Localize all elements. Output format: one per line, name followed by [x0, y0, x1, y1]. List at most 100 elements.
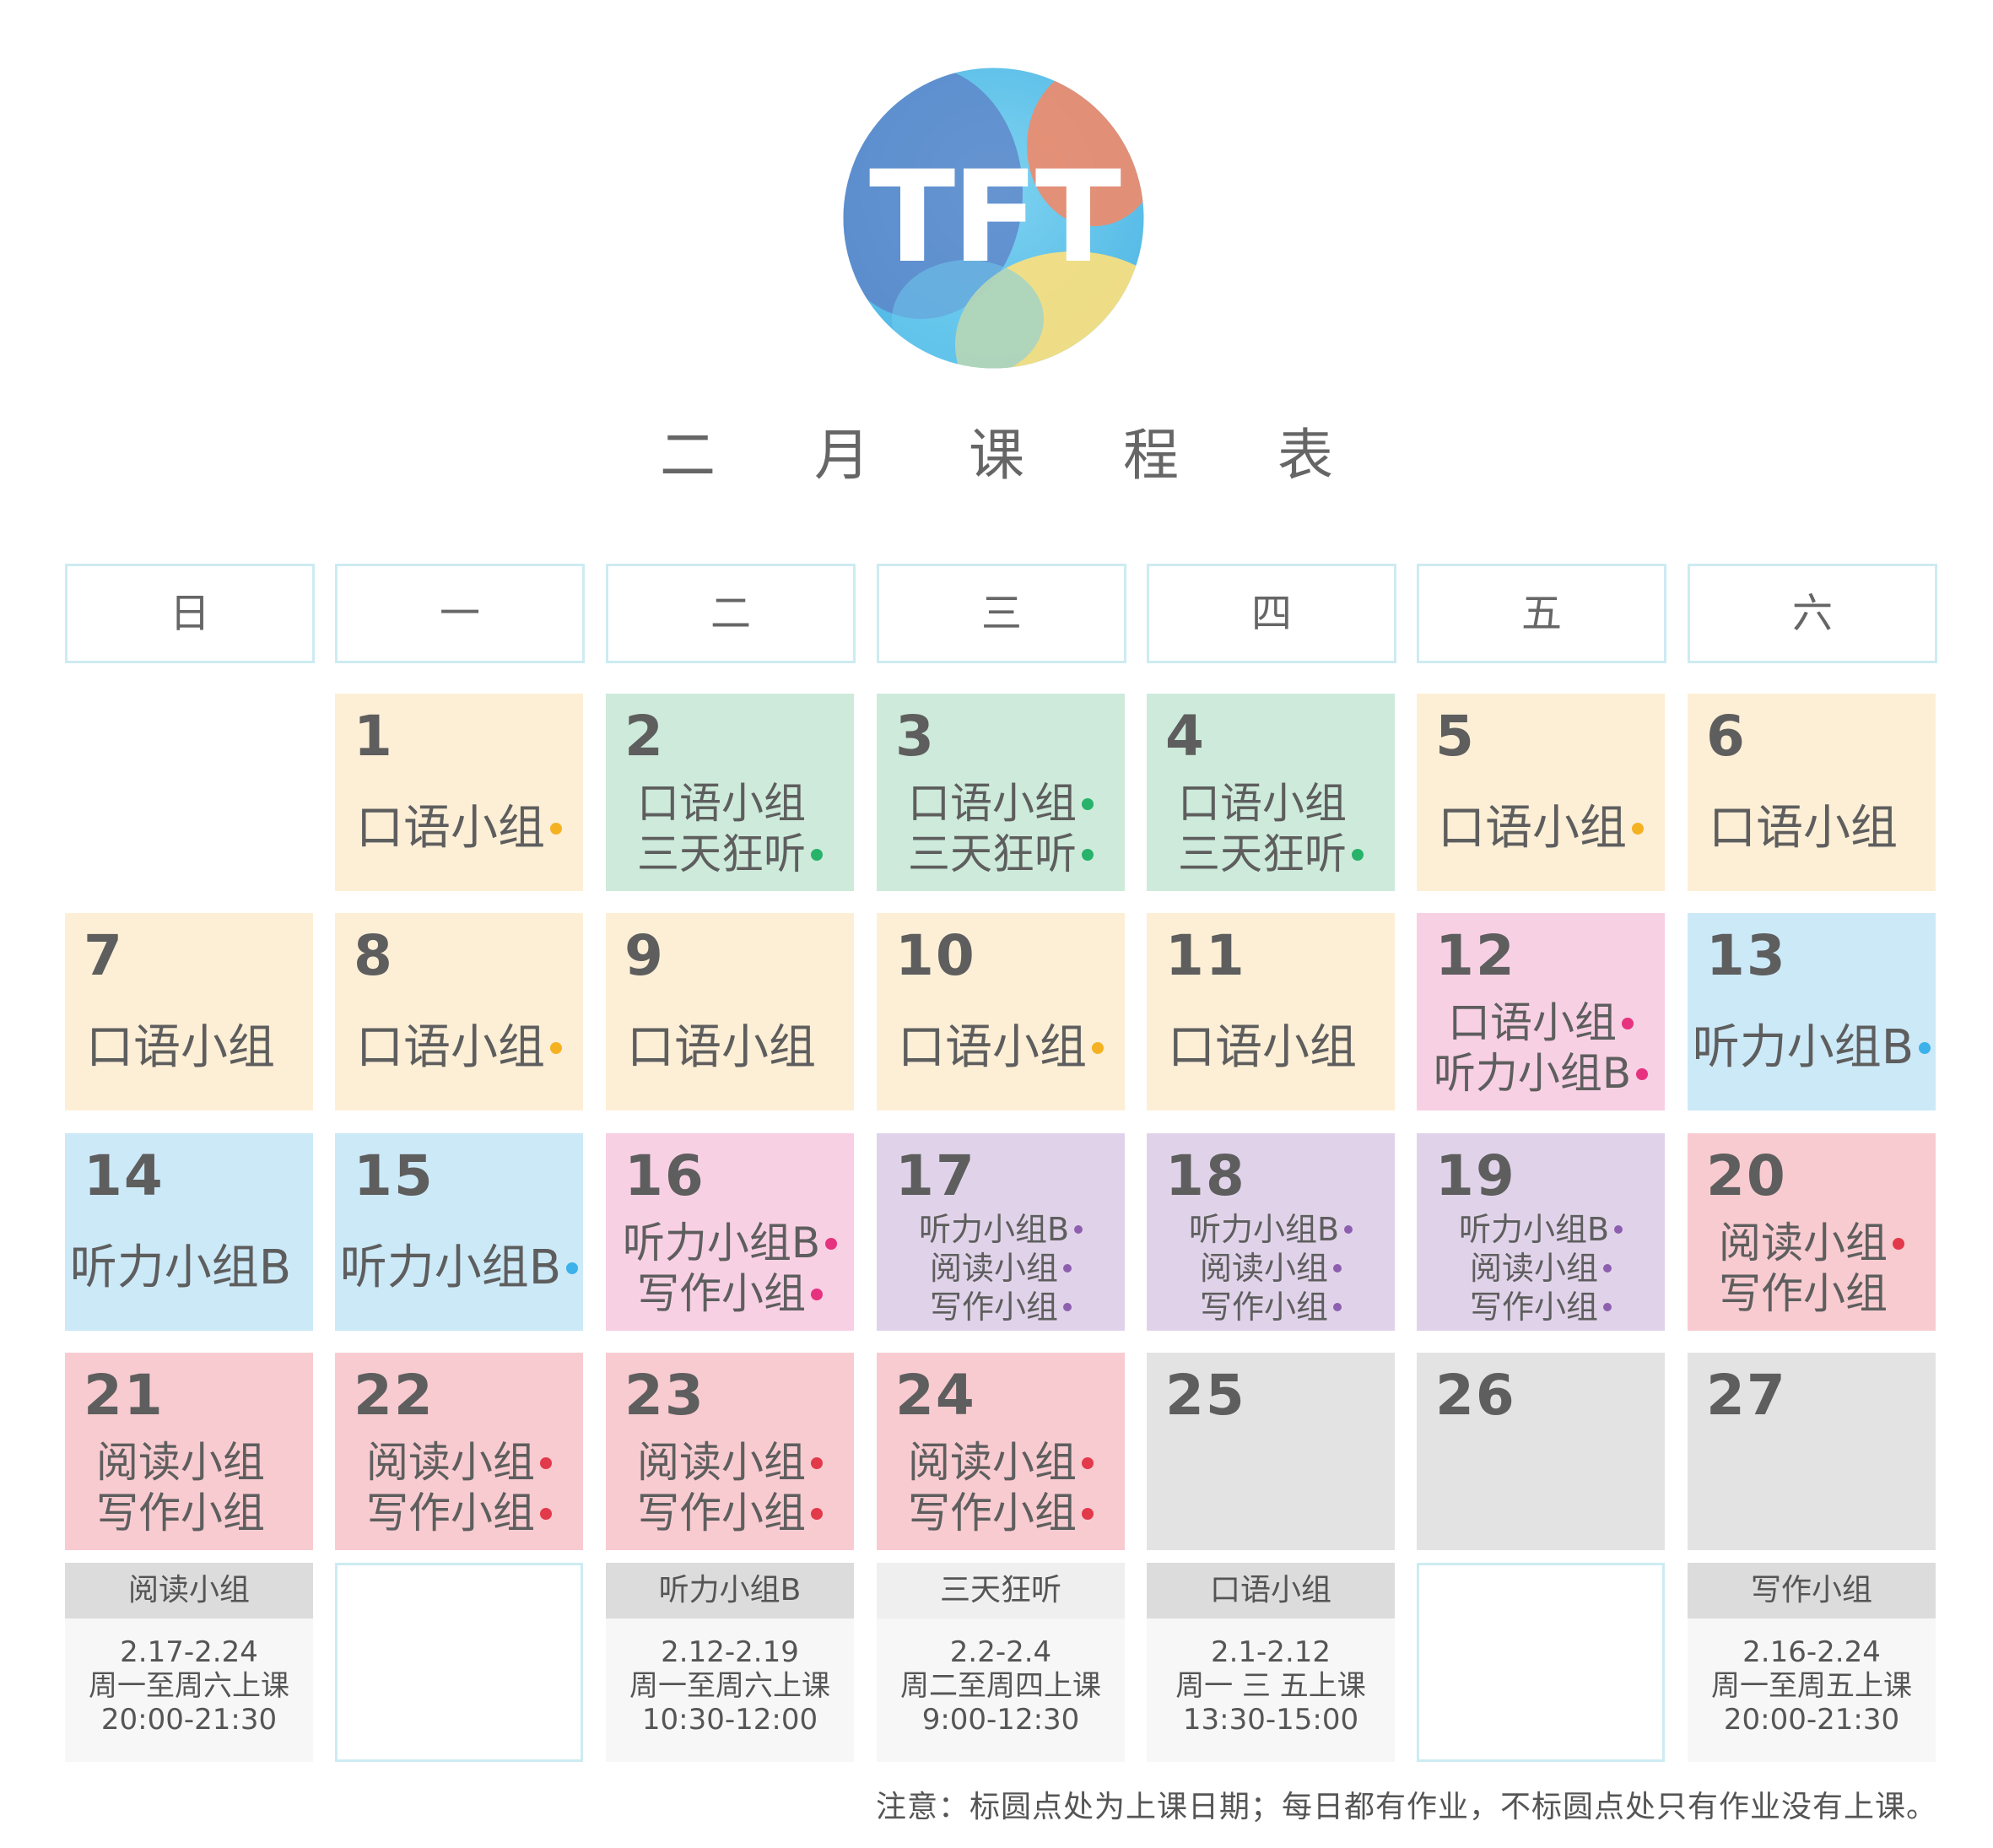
- course-name: 口语小组: [356, 1020, 545, 1075]
- course-label: 三天狂听: [877, 833, 1125, 875]
- day-cell-24[interactable]: 24 阅读小组 写作小组: [877, 1353, 1125, 1550]
- day-cell-19[interactable]: 19 听力小组B 阅读小组 写作小组: [1417, 1133, 1665, 1331]
- schedule-course-name: 听力小组B: [606, 1563, 854, 1618]
- dot-spacer: [1362, 1042, 1374, 1054]
- course-label: 阅读小组: [877, 1441, 1125, 1483]
- class-day-dot-icon: [1603, 1263, 1612, 1273]
- day-cell-17[interactable]: 17 听力小组B 阅读小组 写作小组: [877, 1133, 1125, 1331]
- course-label: 写作小组: [877, 1492, 1125, 1534]
- day-number: 24: [895, 1363, 976, 1428]
- course-name: 听力小组B: [339, 1240, 562, 1295]
- day-cell-21[interactable]: 21 阅读小组 写作小组: [65, 1353, 313, 1550]
- day-number: 14: [84, 1143, 165, 1208]
- class-day-dot-icon: [1636, 1067, 1649, 1080]
- day-number: 26: [1435, 1363, 1516, 1428]
- course-name: 听力小组B: [622, 1218, 821, 1267]
- day-cell-14[interactable]: 14 听力小组B: [65, 1133, 313, 1331]
- course-label: 听力小组B: [335, 1245, 583, 1292]
- day-cell-18[interactable]: 18 听力小组B 阅读小组 写作小组: [1147, 1133, 1395, 1331]
- day-cell-27[interactable]: 27: [1688, 1353, 1936, 1550]
- course-name: 口语小组: [908, 779, 1077, 828]
- schedule-days: 周二至周四上课: [900, 1669, 1101, 1703]
- dot-spacer: [811, 798, 823, 810]
- day-cell-8[interactable]: 8 口语小组: [335, 913, 583, 1110]
- schedule-dates: 2.16-2.24: [1742, 1635, 1881, 1669]
- schedule-days: 周一至周六上课: [89, 1669, 289, 1703]
- day-cell-4[interactable]: 4 口语小组 三天狂听: [1147, 694, 1395, 891]
- course-name: 阅读小组: [1719, 1218, 1888, 1267]
- day-cell-9[interactable]: 9 口语小组: [606, 913, 854, 1110]
- schedule-details: 2.2-2.4 周二至周四上课 9:00-12:30: [877, 1618, 1125, 1737]
- course-name: 口语小组: [356, 801, 545, 856]
- course-label: 阅读小组: [606, 1441, 854, 1483]
- schedule-details: 2.16-2.24 周一至周五上课 20:00-21:30: [1688, 1618, 1936, 1737]
- course-name: 写作小组: [1199, 1289, 1328, 1326]
- course-name: 阅读小组: [637, 1438, 806, 1487]
- day-number: 23: [624, 1363, 705, 1428]
- course-name: 阅读小组: [929, 1250, 1058, 1287]
- course-label: 口语小组: [1147, 782, 1395, 824]
- day-number: 2: [624, 704, 665, 769]
- course-name: 写作小组: [637, 1269, 806, 1318]
- dot-spacer: [270, 1457, 282, 1469]
- schedule-dates: 2.2-2.4: [949, 1635, 1052, 1669]
- class-day-dot-icon: [1344, 1224, 1353, 1234]
- course-label: 口语小组: [606, 1024, 854, 1072]
- day-cell-10[interactable]: 10 口语小组: [877, 913, 1125, 1110]
- day-cell-6[interactable]: 6 口语小组: [1688, 694, 1936, 891]
- day-cell-16[interactable]: 16 听力小组B 写作小组: [606, 1133, 854, 1331]
- course-label: 阅读小组: [1688, 1222, 1936, 1264]
- dot-spacer: [1352, 798, 1364, 810]
- course-label: 听力小组B: [606, 1222, 854, 1264]
- dot-spacer: [1893, 1289, 1904, 1300]
- day-number: 17: [895, 1143, 976, 1208]
- day-number: 1: [354, 704, 394, 769]
- day-cell-15[interactable]: 15 听力小组B: [335, 1133, 583, 1331]
- course-name: 三天狂听: [637, 829, 806, 878]
- course-label: 口语小组: [335, 805, 583, 852]
- schedule-time: 20:00-21:30: [100, 1703, 278, 1737]
- footer-note: 注意：标圆点处为上课日期；每日都有作业，不标圆点处只有作业没有上课。: [875, 1790, 1937, 1824]
- dot-spacer: [821, 1042, 833, 1054]
- day-cell-5[interactable]: 5 口语小组: [1417, 694, 1665, 891]
- class-day-dot-icon: [811, 848, 823, 861]
- schedule-time: 13:30-15:00: [1182, 1703, 1359, 1737]
- class-day-dot-icon: [1352, 848, 1364, 861]
- course-name: 写作小组: [908, 1489, 1077, 1537]
- schedule-course-name: 三天狂听: [877, 1563, 1125, 1618]
- class-day-dot-icon: [550, 822, 562, 835]
- day-cell-26[interactable]: 26: [1417, 1353, 1665, 1550]
- course-label: 写作小组: [1147, 1291, 1395, 1323]
- schedule-dates: 2.1-2.12: [1210, 1635, 1331, 1669]
- day-cell-20[interactable]: 20 阅读小组 写作小组: [1688, 1133, 1936, 1331]
- course-label: 听力小组B: [1147, 1213, 1395, 1246]
- course-name: 写作小组: [96, 1489, 265, 1537]
- day-cell-13[interactable]: 13 听力小组B: [1688, 913, 1936, 1110]
- day-cell-7[interactable]: 7 口语小组: [65, 913, 313, 1110]
- day-cell-25[interactable]: 25: [1147, 1353, 1395, 1550]
- day-cell-11[interactable]: 11 口语小组: [1147, 913, 1395, 1110]
- day-number: 4: [1165, 704, 1206, 769]
- class-day-dot-icon: [1082, 1456, 1094, 1469]
- course-label: 口语小组: [877, 782, 1125, 824]
- class-day-dot-icon: [540, 1507, 552, 1520]
- day-cell-23[interactable]: 23 阅读小组 写作小组: [606, 1353, 854, 1550]
- course-name: 听力小组B: [1692, 1020, 1915, 1075]
- course-name: 阅读小组: [908, 1438, 1077, 1487]
- day-cell-3[interactable]: 3 口语小组 三天狂听: [877, 694, 1125, 891]
- class-day-dot-icon: [1632, 822, 1644, 835]
- course-label: 写作小组: [65, 1492, 313, 1534]
- day-cell-22[interactable]: 22 阅读小组 写作小组: [335, 1353, 583, 1550]
- day-cell-12[interactable]: 12 口语小组 听力小组B: [1417, 913, 1665, 1110]
- day-number: 22: [354, 1363, 435, 1428]
- day-cell-1[interactable]: 1 口语小组: [335, 694, 583, 891]
- day-cell-2[interactable]: 2 口语小组三天狂听: [606, 694, 854, 891]
- class-day-dot-icon: [540, 1456, 552, 1469]
- course-label: 口语小组: [606, 782, 854, 824]
- schedule-card: 写作小组 2.16-2.24 周一至周五上课 20:00-21:30: [1688, 1563, 1936, 1762]
- course-label: 口语小组: [1417, 805, 1665, 852]
- day-number: 25: [1165, 1363, 1246, 1428]
- class-day-dot-icon: [1082, 848, 1094, 861]
- schedule-details: 2.1-2.12 周一 三 五上课 13:30-15:00: [1147, 1618, 1395, 1737]
- schedule-course-name: 口语小组: [1147, 1563, 1395, 1618]
